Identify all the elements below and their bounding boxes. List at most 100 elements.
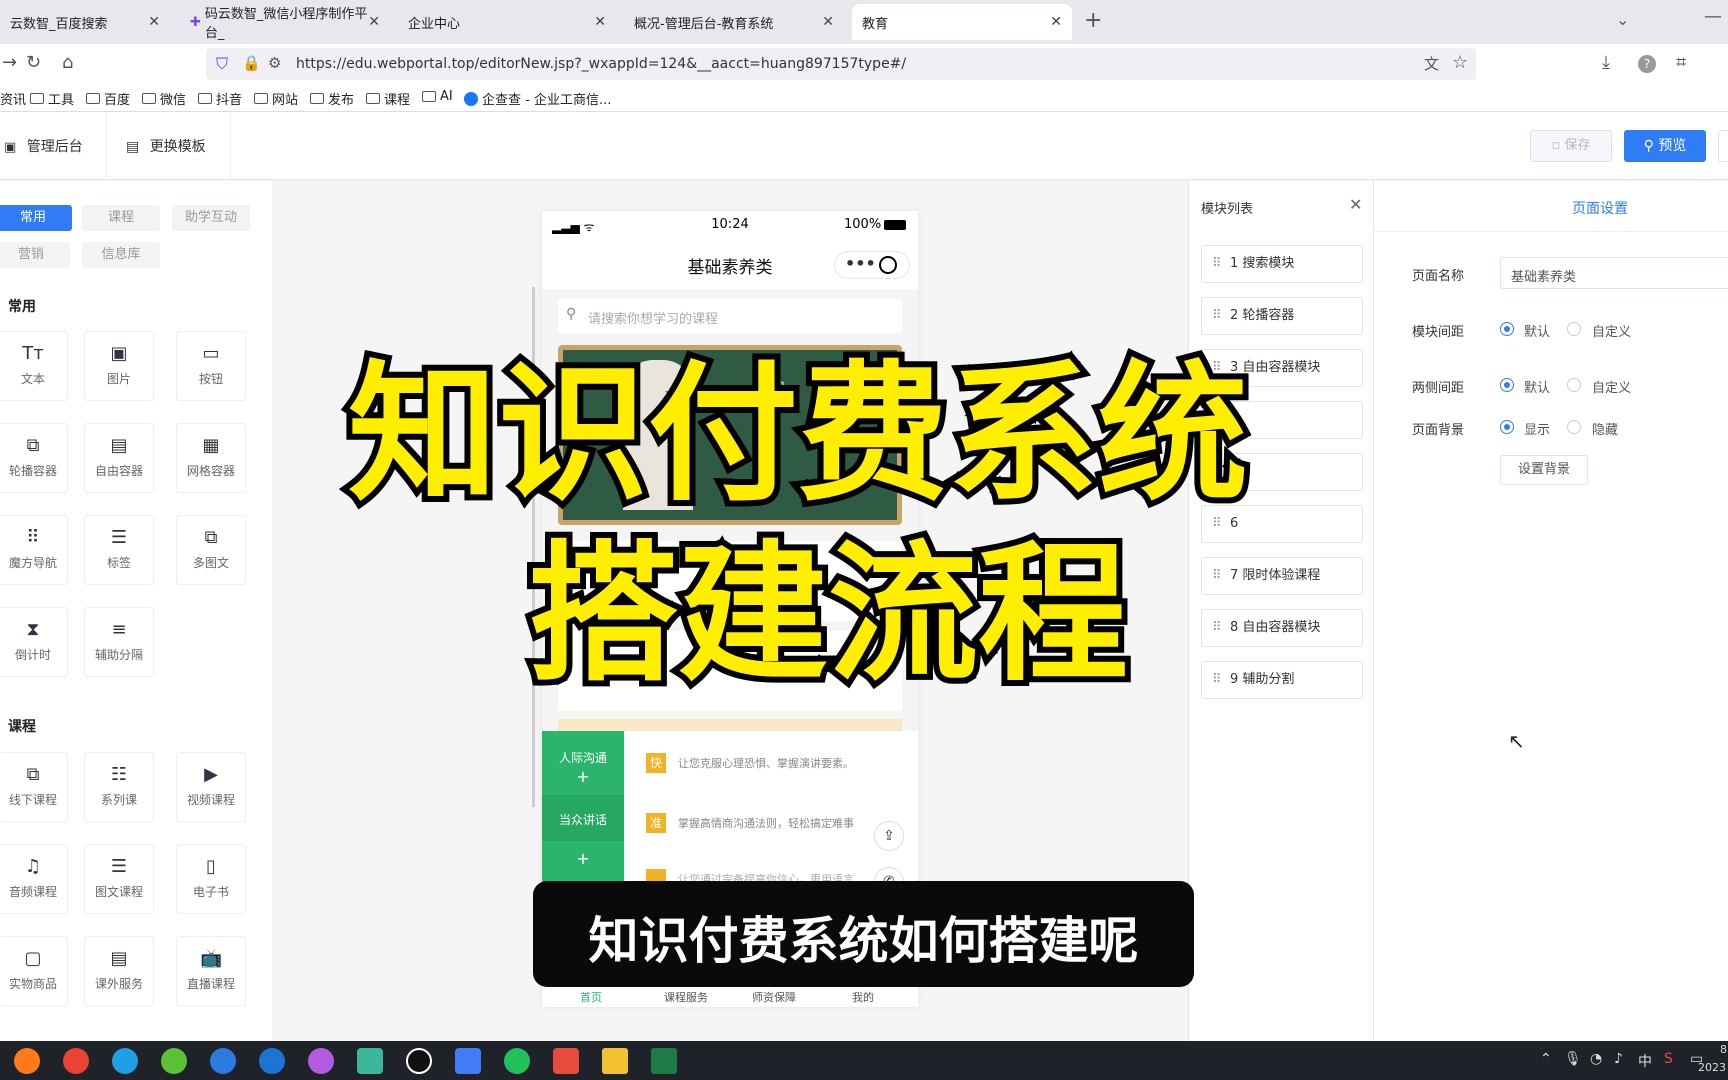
component-tile[interactable]: ♫ 音频课程 <box>0 844 68 914</box>
close-icon[interactable]: ✕ <box>1050 14 1062 30</box>
bookmark-item[interactable]: 微信 <box>142 89 186 108</box>
help-icon[interactable]: ? <box>1638 55 1656 73</box>
menu-item-label[interactable]: 人际沟通 <box>542 749 624 766</box>
bookmark-item[interactable]: 企查查 - 企业工商信... <box>464 89 611 108</box>
change-template-button[interactable]: ▤ 更换模板 <box>126 136 206 156</box>
new-tab-button[interactable]: + <box>1084 8 1102 33</box>
network-icon[interactable]: ◔ <box>1590 1051 1602 1067</box>
photo-app-icon[interactable] <box>308 1048 334 1074</box>
component-tile[interactable]: ⧉ 轮播容器 <box>0 423 68 493</box>
gear-app-icon[interactable] <box>357 1048 383 1074</box>
tabbar-teachers[interactable]: 师资保障 <box>752 989 796 1005</box>
radio-side-spacing-custom[interactable] <box>1567 378 1581 392</box>
tab-mayun[interactable]: ✚ 码云数智_微信小程序制作平台_ ✕ <box>180 4 390 41</box>
admin-backend-button[interactable]: ▣ 管理后台 <box>4 136 83 156</box>
folder-icon[interactable] <box>602 1048 628 1074</box>
bookmark-item[interactable]: AI <box>422 89 453 104</box>
component-tile[interactable]: ⧗ 倒计时 <box>0 607 68 677</box>
radio-background-hide[interactable] <box>1567 420 1581 434</box>
component-tile[interactable]: ▦ 网格容器 <box>176 423 246 493</box>
component-tile[interactable]: ▯ 电子书 <box>176 844 246 914</box>
category-course[interactable]: 课程 <box>82 205 160 231</box>
component-tile[interactable]: ▶ 视频课程 <box>176 752 246 822</box>
module-list-item[interactable]: ⠿ 9 辅助分割 <box>1201 661 1363 699</box>
component-tile[interactable]: 📺 直播课程 <box>176 936 246 1006</box>
module-list-item[interactable]: ⠿ 1 搜索模块 <box>1201 245 1363 283</box>
tab-overview-admin[interactable]: 概况-管理后台-教育系统 ✕ <box>624 4 844 40</box>
download-icon[interactable]: ⤓ <box>1602 52 1610 73</box>
wechat-icon[interactable] <box>504 1048 530 1074</box>
lesson-text[interactable]: 掌握高情商沟通法则，轻松搞定难事 <box>678 815 878 831</box>
chrome-icon[interactable] <box>63 1048 89 1074</box>
menu-item-label[interactable]: 当众讲话 <box>542 811 624 828</box>
bookmark-item[interactable]: 抖音 <box>198 89 242 108</box>
radio-background-show[interactable] <box>1500 420 1514 434</box>
search-app-icon[interactable] <box>259 1048 285 1074</box>
drag-handle-icon[interactable]: ⠿ <box>1212 246 1221 282</box>
reload-icon[interactable]: ↻ <box>26 52 41 73</box>
tab-enterprise-center[interactable]: 企业中心 ✕ <box>398 4 616 40</box>
capsule-menu[interactable]: ••• <box>834 251 910 279</box>
radio-side-spacing-default[interactable] <box>1500 378 1514 392</box>
component-tile[interactable]: ☰ 标签 <box>84 515 154 585</box>
tab-baidu-search[interactable]: 云数智_百度搜索 ✕ <box>0 4 170 40</box>
close-icon[interactable]: ✕ <box>822 14 834 30</box>
site-settings-icon[interactable]: ⚙ <box>268 54 281 72</box>
drag-handle-icon[interactable]: ⠿ <box>1212 558 1221 594</box>
bookmark-item[interactable]: 百度 <box>86 89 130 108</box>
close-icon[interactable]: ✕ <box>148 14 160 30</box>
qq-icon[interactable] <box>406 1048 432 1074</box>
component-tile[interactable]: Tт 文本 <box>0 331 68 401</box>
star-icon[interactable]: ☆ <box>1452 52 1468 73</box>
drag-handle-icon[interactable]: ⠿ <box>1212 610 1221 646</box>
home-icon[interactable]: ⌂ <box>62 52 73 73</box>
component-tile[interactable]: ▭ 按钮 <box>176 331 246 401</box>
lesson-text[interactable]: 让您克服心理恐惧、掌握演讲要素。 <box>678 755 854 771</box>
bookmark-item[interactable]: 课程 <box>366 89 410 108</box>
drag-handle-icon[interactable]: ⠿ <box>1212 662 1221 698</box>
tab-page-settings[interactable]: 页面设置 <box>1572 198 1628 218</box>
notes-icon[interactable] <box>455 1048 481 1074</box>
tabbar-courses[interactable]: 课程服务 <box>664 989 708 1005</box>
close-icon[interactable]: ✕ <box>368 14 380 30</box>
chevron-down-icon[interactable]: ⌄ <box>1616 10 1629 29</box>
module-list-item[interactable]: ⠿ 8 自由容器模块 <box>1201 609 1363 647</box>
minimize-icon[interactable]: — <box>1704 6 1722 27</box>
app-360-icon[interactable] <box>161 1048 187 1074</box>
sogou-ime-icon[interactable]: S <box>1664 1051 1673 1067</box>
category-info-library[interactable]: 信息库 <box>82 242 160 268</box>
sogou-icon[interactable] <box>210 1048 236 1074</box>
address-bar[interactable]: ⛉ 🔒 ⚙ https://edu.webportal.top/editorNe… <box>206 48 1476 80</box>
close-mini-program-icon[interactable] <box>879 256 897 274</box>
radio-module-spacing-default[interactable] <box>1500 322 1514 336</box>
more-button[interactable] <box>1718 130 1728 162</box>
plus-icon[interactable]: + <box>542 849 624 868</box>
component-tile[interactable]: ▢ 实物商品 <box>0 936 68 1006</box>
radio-module-spacing-custom[interactable] <box>1567 322 1581 336</box>
excel-icon[interactable] <box>651 1048 677 1074</box>
forward-icon[interactable]: → <box>2 52 17 73</box>
tab-education[interactable]: 教育 ✕ <box>852 4 1072 40</box>
module-list-item[interactable]: ⠿ 2 轮播容器 <box>1201 297 1363 335</box>
component-tile[interactable]: ☰ 图文课程 <box>84 844 154 914</box>
crop-icon[interactable]: ⌗ <box>1676 52 1686 73</box>
drag-handle-icon[interactable]: ⠿ <box>1212 298 1221 334</box>
module-list-item[interactable]: ⠿ 7 限时体验课程 <box>1201 557 1363 595</box>
tabbar-home[interactable]: 首页 <box>580 989 602 1005</box>
component-tile[interactable]: ⧉ 线下课程 <box>0 752 68 822</box>
firefox-icon[interactable] <box>14 1048 40 1074</box>
translate-icon[interactable]: 文 <box>1424 53 1439 74</box>
component-tile[interactable]: ⠿ 魔方导航 <box>0 515 68 585</box>
microphone-icon[interactable]: 🎙 <box>1564 1051 1582 1067</box>
category-common[interactable]: 常用 <box>0 205 72 231</box>
bookmark-item[interactable]: 发布 <box>310 89 354 108</box>
save-button[interactable]: ▫ 保存 <box>1530 130 1612 162</box>
edge-icon[interactable] <box>112 1048 138 1074</box>
category-marketing[interactable]: 营销 <box>0 242 70 268</box>
page-name-input[interactable]: 基础素养类 <box>1500 257 1728 289</box>
search-placeholder[interactable]: 请搜索你想学习的课程 <box>588 308 718 327</box>
share-icon[interactable]: ⇪ <box>874 821 904 851</box>
component-tile[interactable]: ▤ 自由容器 <box>84 423 154 493</box>
tabbar-mine[interactable]: 我的 <box>852 989 874 1005</box>
video-app-icon[interactable] <box>553 1048 579 1074</box>
